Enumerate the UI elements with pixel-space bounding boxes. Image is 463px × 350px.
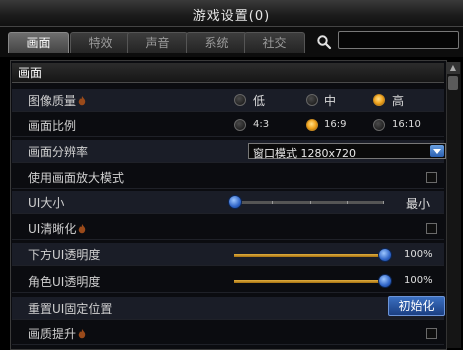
ui-size-tick xyxy=(347,201,348,204)
ui-size-tick xyxy=(272,201,273,204)
zoom-mode-label: 使用画面放大模式 xyxy=(28,171,125,185)
scroll-up-arrow[interactable]: ▲ xyxy=(446,62,460,74)
resolution-dropdown[interactable]: 窗口模式 1280x720 xyxy=(248,143,446,160)
bottom-ui-opacity-label: 下方UI透明度 xyxy=(28,248,101,262)
tab-sound[interactable]: 声音 xyxy=(127,32,188,53)
row-reset-ui: 重置UI固定位置 初始化 xyxy=(12,296,445,320)
resolution-value: 窗口模式 1280x720 xyxy=(253,147,356,160)
quality-high-radio[interactable] xyxy=(373,94,385,106)
title-bar[interactable]: 游戏设置(0) xyxy=(0,0,463,27)
ratio-16-9-radio[interactable] xyxy=(306,119,318,131)
ratio-16-9-label: 16:9 xyxy=(324,119,347,130)
quality-high-label: 高 xyxy=(392,94,405,108)
ratio-4-3-radio[interactable] xyxy=(234,119,246,131)
flame-icon xyxy=(79,224,86,234)
ui-sharpen-checkbox[interactable] xyxy=(426,223,437,234)
row-quality-boost: 画质提升 xyxy=(12,322,444,345)
ui-size-label: UI大小 xyxy=(28,196,65,210)
ui-size-value: 最小 xyxy=(406,197,431,211)
row-resolution: 画面分辨率 窗口模式 1280x720 xyxy=(12,140,446,163)
character-ui-opacity-label: 角色UI透明度 xyxy=(28,275,101,289)
resolution-label: 画面分辨率 xyxy=(28,145,89,159)
flame-icon xyxy=(78,96,86,106)
row-character-ui-opacity: 角色UI透明度 100% xyxy=(12,270,444,293)
ratio-4-3-label: 4:3 xyxy=(253,119,270,130)
tab-system[interactable]: 系统 xyxy=(186,32,247,53)
ui-sharpen-label: UI清晰化 xyxy=(28,220,86,237)
scroll-thumb[interactable] xyxy=(448,76,458,90)
row-image-quality: 图像质量 低 中 高 xyxy=(12,89,444,112)
chevron-down-icon[interactable] xyxy=(430,145,444,157)
ratio-16-10-radio[interactable] xyxy=(373,119,385,131)
scrollbar[interactable] xyxy=(446,62,461,348)
quality-boost-label: 画质提升 xyxy=(28,325,86,342)
ratio-16-10-label: 16:10 xyxy=(392,119,421,130)
quality-low-radio[interactable] xyxy=(234,94,246,106)
row-ui-sharpen: UI清晰化 xyxy=(12,217,444,240)
tab-effects[interactable]: 特效 xyxy=(70,32,131,53)
ui-size-tick xyxy=(310,201,311,204)
bottom-ui-opacity-slider-thumb[interactable] xyxy=(378,248,392,262)
quality-boost-checkbox[interactable] xyxy=(426,328,437,339)
character-ui-opacity-fill xyxy=(234,280,384,283)
ui-size-tick xyxy=(383,201,384,204)
character-ui-opacity-value: 100% xyxy=(404,275,433,286)
window-title: 游戏设置(0) xyxy=(192,9,271,24)
character-ui-opacity-slider-thumb[interactable] xyxy=(378,274,392,288)
row-ui-size: UI大小 最小 xyxy=(12,191,444,214)
row-aspect-ratio: 画面比例 4:3 16:9 16:10 xyxy=(12,114,444,137)
search-input[interactable] xyxy=(338,31,459,49)
bottom-ui-opacity-value: 100% xyxy=(404,249,433,260)
reset-ui-button[interactable]: 初始化 xyxy=(388,296,445,316)
aspect-ratio-label: 画面比例 xyxy=(28,119,77,133)
row-zoom-mode: 使用画面放大模式 xyxy=(12,166,444,189)
ui-size-slider-thumb[interactable] xyxy=(228,195,242,209)
section-header: 画面 xyxy=(12,63,444,83)
tab-graphics[interactable]: 画面 xyxy=(8,32,69,53)
zoom-mode-checkbox[interactable] xyxy=(426,172,437,183)
flame-icon xyxy=(78,329,86,339)
quality-low-label: 低 xyxy=(253,94,266,108)
ui-size-track[interactable] xyxy=(234,201,384,204)
bottom-ui-opacity-fill xyxy=(234,254,384,257)
quality-medium-label: 中 xyxy=(324,94,337,108)
quality-medium-radio[interactable] xyxy=(306,94,318,106)
row-bottom-ui-opacity: 下方UI透明度 100% xyxy=(12,243,444,266)
reset-ui-label: 重置UI固定位置 xyxy=(28,302,113,316)
search-icon[interactable] xyxy=(316,34,332,50)
tab-social[interactable]: 社交 xyxy=(244,32,305,53)
image-quality-label: 图像质量 xyxy=(28,92,86,109)
